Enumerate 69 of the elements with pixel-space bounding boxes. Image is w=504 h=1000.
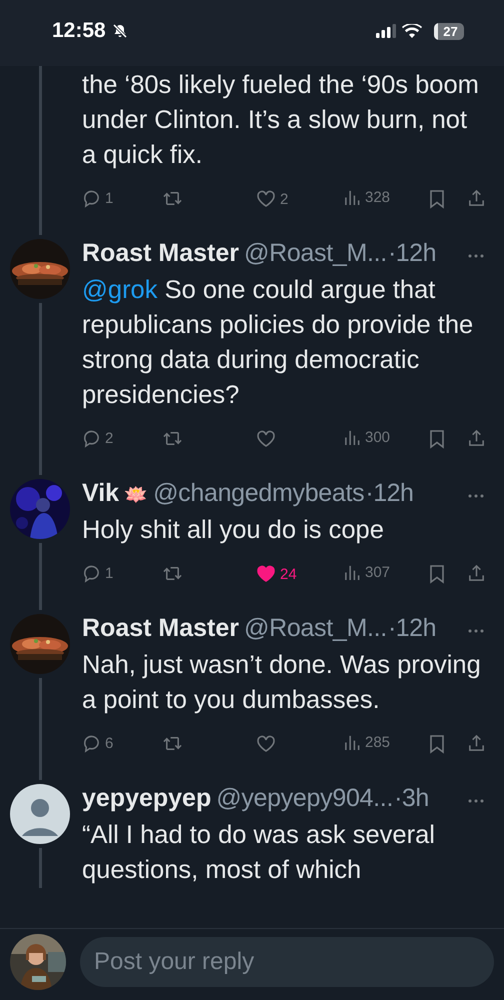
like-button[interactable]: [256, 429, 276, 449]
views-icon: [344, 734, 361, 751]
reply-button[interactable]: 1: [82, 189, 114, 208]
share-icon[interactable]: [467, 189, 486, 208]
post-time: ·12h: [365, 479, 414, 508]
author-name[interactable]: Vik: [82, 479, 120, 508]
heart-icon: [256, 189, 276, 209]
reply-icon: [82, 189, 101, 208]
views-button[interactable]: 285: [344, 734, 390, 751]
share-icon[interactable]: [467, 429, 486, 448]
signal-icon: [376, 24, 396, 38]
views-icon: [344, 429, 361, 446]
views-button[interactable]: 328: [344, 189, 390, 206]
author-name[interactable]: Roast Master: [82, 239, 239, 268]
reply-button[interactable]: 6: [82, 734, 114, 753]
reply-icon: [82, 734, 101, 753]
share-icon[interactable]: [467, 734, 486, 753]
repost-button[interactable]: [162, 429, 183, 448]
views-button[interactable]: 300: [344, 429, 390, 446]
post-text: the ‘80s likely fueled the ‘90s boom under Clinton. It’s a slow burn, not a quick fix.: [82, 70, 480, 171]
author-handle[interactable]: @changedmybeats: [153, 479, 364, 508]
repost-button[interactable]: [162, 734, 183, 753]
share-icon[interactable]: [467, 564, 486, 583]
more-icon[interactable]: [468, 799, 484, 803]
author-handle[interactable]: @yepyepy904...: [216, 784, 394, 813]
like-button[interactable]: 2: [256, 189, 288, 209]
reply-icon: [82, 564, 101, 583]
like-button[interactable]: 24: [256, 564, 297, 584]
post-text: @grok So one could argue that republicans policies do provide the strong data during democratic presidencies?: [82, 275, 474, 411]
repost-icon: [162, 734, 183, 753]
more-icon[interactable]: [468, 629, 484, 633]
post-text: Holy shit all you do is cope: [82, 515, 385, 546]
more-icon[interactable]: [468, 254, 484, 258]
post-text: “All I had to do was ask several questions, most of which: [82, 820, 436, 886]
post-text: Nah, just wasn’t done. Was proving a point to you dumbasses.: [82, 650, 482, 716]
author-handle[interactable]: @Roast_M...: [244, 614, 387, 643]
repost-button[interactable]: [162, 189, 183, 208]
author-handle[interactable]: @Roast_M...: [244, 239, 387, 268]
author-name[interactable]: Roast Master: [82, 614, 239, 643]
reply-field[interactable]: Post your reply: [80, 936, 494, 986]
repost-icon: [162, 189, 183, 208]
post-time: ·3h: [394, 784, 429, 813]
views-icon: [344, 189, 361, 206]
mention-link[interactable]: @grok: [82, 276, 158, 304]
reply-button[interactable]: 2: [82, 429, 114, 448]
status-time: 12:58: [52, 19, 106, 43]
like-button[interactable]: [256, 734, 276, 754]
author-emoji: 🪷: [124, 484, 148, 507]
heart-icon: [256, 564, 276, 584]
views-icon: [344, 564, 361, 581]
battery-icon: 27: [434, 22, 464, 40]
repost-button[interactable]: [162, 564, 183, 583]
repost-icon: [162, 429, 183, 448]
bookmark-icon[interactable]: [429, 189, 445, 209]
reply-button[interactable]: 1: [82, 564, 114, 583]
default-avatar-icon: [10, 784, 70, 844]
repost-icon: [162, 564, 183, 583]
bookmark-icon[interactable]: [429, 429, 445, 449]
bookmark-icon[interactable]: [429, 564, 445, 584]
bookmark-icon[interactable]: [429, 734, 445, 754]
more-icon[interactable]: [468, 494, 484, 498]
views-button[interactable]: 307: [344, 564, 390, 581]
heart-icon: [256, 429, 276, 449]
heart-icon: [256, 734, 276, 754]
post-time: ·12h: [388, 239, 436, 268]
reply-icon: [82, 429, 101, 448]
wifi-icon: [402, 24, 422, 38]
post-time: ·12h: [388, 614, 436, 643]
author-name[interactable]: yepyepyep: [82, 784, 212, 813]
